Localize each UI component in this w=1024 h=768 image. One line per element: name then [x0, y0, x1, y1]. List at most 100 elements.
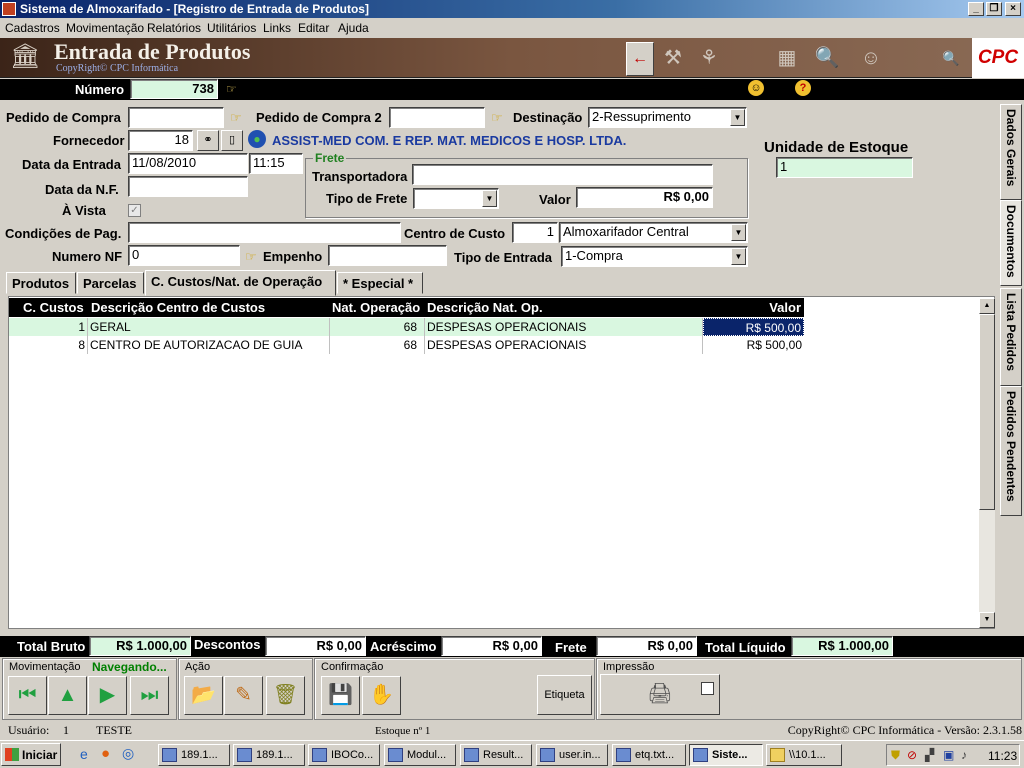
- taskbar-item[interactable]: Modul...: [384, 744, 456, 766]
- quicklaunch-icon[interactable]: ◎: [122, 745, 134, 762]
- unidade-estoque-field[interactable]: 1: [776, 157, 913, 178]
- tipo-frete-select[interactable]: ▼: [413, 188, 499, 209]
- centro-custo-code-field[interactable]: 1: [512, 222, 558, 243]
- dropdown-arrow-icon[interactable]: ▼: [731, 224, 746, 241]
- total-bruto-field[interactable]: R$ 1.000,00: [89, 636, 191, 656]
- side-tab-lista-pedidos[interactable]: Lista Pedidos: [1000, 288, 1022, 386]
- descontos-field[interactable]: R$ 0,00: [265, 636, 366, 656]
- scroll-up-icon[interactable]: ▲: [979, 298, 995, 314]
- dropdown-arrow-icon[interactable]: ▼: [482, 190, 497, 207]
- cancel-hand-icon[interactable]: ✋: [362, 676, 401, 715]
- maximize-button[interactable]: ❐: [986, 2, 1002, 16]
- side-tab-documentos[interactable]: Documentos: [1000, 200, 1022, 286]
- edit-pencil-icon[interactable]: ✎: [224, 676, 263, 715]
- first-record-icon[interactable]: ⏮: [8, 676, 47, 715]
- destinacao-select[interactable]: 2-Ressuprimento ▼: [588, 107, 747, 128]
- taskbar-item[interactable]: 189.1...: [233, 744, 305, 766]
- menu-links[interactable]: Links: [263, 21, 291, 35]
- tab-custos-nat-operacao[interactable]: C. Custos/Nat. de Operação: [145, 270, 336, 296]
- taskbar-item[interactable]: etq.txt...: [612, 744, 686, 766]
- fornecedor-field[interactable]: 18: [128, 130, 193, 151]
- pedido-pointer-icon[interactable]: ☞: [230, 110, 242, 126]
- menu-cadastros[interactable]: Cadastros: [5, 21, 60, 35]
- frete-total-field[interactable]: R$ 0,00: [596, 636, 697, 656]
- save-disk-icon[interactable]: 💾: [321, 676, 360, 715]
- valor-frete-field[interactable]: R$ 0,00: [576, 187, 713, 208]
- a-vista-checkbox[interactable]: ✓: [128, 204, 141, 217]
- trash-icon[interactable]: 🗑: [266, 676, 305, 715]
- pedido-compra2-field[interactable]: [389, 107, 485, 128]
- firefox-icon[interactable]: ●: [101, 745, 110, 762]
- tools-icon[interactable]: ⚒: [658, 42, 688, 74]
- centro-custo-select[interactable]: Almoxarifador Central ▼: [559, 222, 748, 243]
- cond-pag-field[interactable]: [128, 222, 401, 243]
- col-c-custos[interactable]: C. Custos: [23, 300, 84, 315]
- side-tab-dados-gerais[interactable]: Dados Gerais: [1000, 104, 1022, 200]
- etiqueta-button[interactable]: Etiqueta: [537, 675, 592, 715]
- minimize-button[interactable]: _: [968, 2, 984, 16]
- last-record-icon[interactable]: ⏭: [130, 676, 169, 715]
- taskbar-item[interactable]: 189.1...: [158, 744, 230, 766]
- tab-parcelas[interactable]: Parcelas: [77, 272, 144, 294]
- network-icon[interactable]: ▞: [925, 748, 934, 762]
- col-descricao-nat-op[interactable]: Descrição Nat. Op.: [427, 300, 543, 315]
- table-row[interactable]: 8 CENTRO DE AUTORIZACAO DE GUIA 68 DESPE…: [9, 336, 804, 354]
- scroll-thumb[interactable]: [979, 314, 995, 510]
- search-docs-icon[interactable]: 🔍: [812, 42, 842, 74]
- taskbar-item[interactable]: user.in...: [536, 744, 608, 766]
- data-nf-field[interactable]: [128, 176, 248, 197]
- taskbar-item[interactable]: Result...: [460, 744, 532, 766]
- numero-nf-field[interactable]: 0: [128, 245, 240, 266]
- taskbar-item-active[interactable]: Siste...: [689, 744, 763, 766]
- numero-field[interactable]: 738: [130, 79, 218, 99]
- pointer-hand-icon[interactable]: ☞: [226, 82, 237, 96]
- dropdown-arrow-icon[interactable]: ▼: [730, 109, 745, 126]
- print-checkbox[interactable]: [701, 682, 714, 695]
- pedido-compra-field[interactable]: [128, 107, 224, 128]
- total-liquido-field[interactable]: R$ 1.000,00: [791, 636, 893, 656]
- empenho-pointer-icon[interactable]: ☞: [245, 249, 257, 265]
- tab-especial[interactable]: * Especial *: [337, 272, 423, 294]
- tree-icon[interactable]: ⚘: [694, 42, 724, 74]
- side-tab-pedidos-pendentes[interactable]: Pedidos Pendentes: [1000, 386, 1022, 516]
- empenho-field[interactable]: [328, 245, 447, 266]
- taskbar-item[interactable]: IBOCo...: [308, 744, 380, 766]
- user-help-icon[interactable]: ☺: [748, 80, 764, 96]
- start-button[interactable]: Iniciar: [1, 743, 61, 766]
- help-icon[interactable]: ?: [795, 80, 811, 96]
- menu-ajuda[interactable]: Ajuda: [338, 21, 369, 35]
- previous-record-icon[interactable]: ▲: [48, 676, 87, 715]
- col-descricao-centro[interactable]: Descrição Centro de Custos: [91, 300, 265, 315]
- speaker-icon[interactable]: ♪: [961, 748, 967, 762]
- col-valor[interactable]: Valor: [769, 300, 801, 315]
- back-arrow-icon[interactable]: ←: [626, 42, 654, 76]
- table-row[interactable]: 1 GERAL 68 DESPESAS OPERACIONAIS R$ 500,…: [9, 318, 804, 336]
- ip-icon[interactable]: ⊘: [907, 748, 917, 762]
- pedido2-pointer-icon[interactable]: ☞: [491, 110, 503, 126]
- dropdown-arrow-icon[interactable]: ▼: [731, 248, 746, 265]
- tipo-entrada-select[interactable]: 1-Compra ▼: [561, 246, 748, 267]
- shield-icon[interactable]: ⛊: [891, 748, 900, 763]
- menu-relatorios[interactable]: Relatórios: [147, 21, 201, 35]
- acrescimo-field[interactable]: R$ 0,00: [441, 636, 542, 656]
- next-record-icon[interactable]: ▶: [88, 676, 127, 715]
- document-icon[interactable]: ▯: [221, 130, 243, 151]
- tab-produtos[interactable]: Produtos: [6, 272, 76, 294]
- transportadora-field[interactable]: [412, 164, 713, 185]
- hora-entrada-field[interactable]: 11:15: [249, 153, 303, 174]
- globe-icon[interactable]: ●: [248, 130, 266, 148]
- magnifier-icon[interactable]: 🔍: [936, 42, 966, 74]
- ie-icon[interactable]: e: [80, 746, 88, 762]
- binoculars-icon[interactable]: ⚭: [197, 130, 219, 151]
- menu-editar[interactable]: Editar: [298, 21, 329, 35]
- monitor-icon[interactable]: ▣: [943, 748, 954, 762]
- people-icon[interactable]: ☺: [856, 42, 886, 74]
- data-entrada-field[interactable]: 11/08/2010: [128, 153, 248, 174]
- close-button[interactable]: ×: [1005, 2, 1021, 16]
- map-icon[interactable]: ▦: [772, 42, 802, 74]
- menu-movimentacao[interactable]: Movimentação: [66, 21, 144, 35]
- menu-utilitarios[interactable]: Utilitários: [207, 21, 256, 35]
- taskbar-item[interactable]: \\10.1...: [766, 744, 842, 766]
- scroll-down-icon[interactable]: ▼: [979, 612, 995, 628]
- col-nat-operacao[interactable]: Nat. Operação: [332, 300, 420, 315]
